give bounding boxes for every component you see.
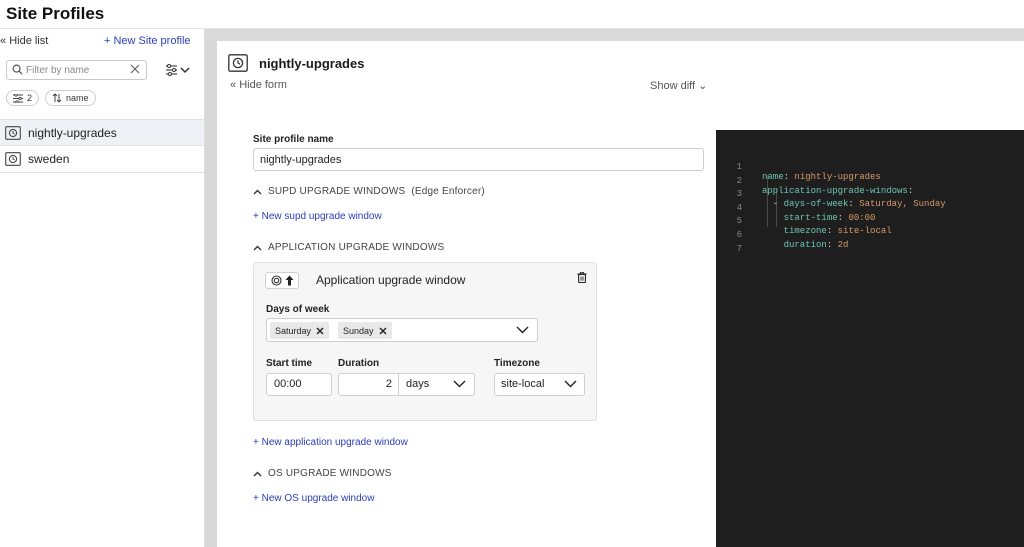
- close-icon[interactable]: [130, 64, 140, 74]
- days-of-week-label: Days of week: [266, 304, 330, 315]
- start-time-input[interactable]: 00:00: [266, 373, 332, 396]
- sort-icon: [52, 93, 62, 103]
- trash-icon[interactable]: [577, 272, 587, 283]
- hide-list-button[interactable]: « Hide list: [0, 35, 48, 47]
- site-profile-icon: [228, 54, 248, 72]
- day-tag: Saturday: [270, 322, 330, 339]
- supd-section-toggle[interactable]: SUPD UPGRADE WINDOWS (Edge Enforcer): [253, 186, 485, 197]
- timezone-value: site-local: [501, 378, 545, 390]
- top-bar: Site Profiles: [0, 0, 1024, 29]
- filter-count: 2: [27, 93, 33, 103]
- duration-label: Duration: [338, 358, 380, 369]
- new-site-profile-button[interactable]: + New Site profile: [104, 35, 191, 47]
- remove-tag-icon[interactable]: [316, 327, 324, 335]
- filter-input[interactable]: [26, 63, 126, 77]
- app-section-toggle[interactable]: APPLICATION UPGRADE WINDOWS: [253, 242, 444, 253]
- map-strip-left: [205, 41, 217, 547]
- site-profile-name-input[interactable]: [253, 148, 704, 171]
- arrow-up-icon: [285, 275, 293, 286]
- sidebar-item-sweden[interactable]: sweden: [0, 146, 204, 173]
- chevron-down-icon: [564, 380, 577, 388]
- day-tag-label: Sunday: [343, 325, 374, 336]
- new-app-window-button[interactable]: + New application upgrade window: [253, 437, 408, 448]
- new-os-window-button[interactable]: + New OS upgrade window: [253, 493, 374, 504]
- sort-label: name: [66, 93, 89, 103]
- page-title: nightly-upgrades: [259, 56, 365, 71]
- chevron-up-icon: [253, 189, 262, 194]
- site-profile-icon: [5, 152, 21, 166]
- double-chevron-left-icon: «: [0, 35, 7, 47]
- chevron-down-icon: [516, 326, 529, 334]
- site-profile-name-label: Site profile name: [253, 134, 334, 145]
- os-section-toggle[interactable]: OS UPGRADE WINDOWS: [253, 468, 392, 479]
- hide-form-label: Hide form: [239, 79, 287, 91]
- line-number: 7: [736, 244, 742, 254]
- app-title: Site Profiles: [6, 4, 105, 23]
- timezone-label: Timezone: [494, 358, 540, 369]
- show-diff-button[interactable]: Show diff ⌄: [650, 79, 707, 92]
- filter-count-chip[interactable]: 2: [6, 90, 40, 106]
- timezone-select[interactable]: site-local: [494, 373, 585, 396]
- filter-box: [6, 60, 147, 80]
- show-diff-label: Show diff: [650, 80, 696, 92]
- code-line: 2 application-upgrade-windows:: [716, 166, 1024, 196]
- day-tag-label: Saturday: [275, 325, 312, 336]
- code-line: 1 name: nightly-upgrades: [716, 152, 1024, 182]
- sort-chip[interactable]: name: [45, 90, 96, 106]
- day-tag: Sunday: [338, 322, 392, 339]
- duration-field: 2 days: [338, 373, 475, 396]
- sidebar-item-label: nightly-upgrades: [28, 125, 117, 140]
- code-line: 4 start-time: 00:00: [716, 193, 1024, 223]
- double-chevron-left-icon: «: [230, 79, 237, 91]
- map-strip-top: [205, 29, 1024, 41]
- filter-settings-icon[interactable]: [165, 63, 191, 77]
- duration-input[interactable]: 2: [339, 374, 399, 395]
- code-line: 5 timezone: site-local: [716, 206, 1024, 236]
- sidebar: « Hide list + New Site profile Filter by…: [0, 29, 205, 547]
- code-line: 3 - days-of-week: Saturday, Sunday: [716, 179, 1024, 209]
- code-line: 6 duration: 2d: [716, 220, 1024, 250]
- remove-tag-icon[interactable]: [379, 327, 387, 335]
- app-window-title: Application upgrade window: [316, 273, 466, 287]
- sidebar-item-nightly-upgrades[interactable]: nightly-upgrades: [0, 119, 204, 146]
- filter-lines-icon: [13, 93, 23, 103]
- site-profile-icon: [5, 125, 21, 140]
- sidebar-item-label: sweden: [28, 152, 70, 166]
- supd-section-title: SUPD UPGRADE WINDOWS: [268, 186, 406, 197]
- hide-form-button[interactable]: « Hide form: [230, 79, 287, 91]
- chevron-down-icon: [453, 380, 466, 388]
- double-chevron-down-icon: ⌄: [698, 80, 708, 92]
- yaml-editor[interactable]: 1 name: nightly-upgrades 2 application-u…: [716, 130, 1024, 547]
- os-section-title: OS UPGRADE WINDOWS: [268, 468, 392, 479]
- supd-section-note: (Edge Enforcer): [411, 186, 485, 197]
- target-icon: [270, 275, 282, 286]
- code-line: 7: [716, 234, 1024, 254]
- duration-unit-select[interactable]: days: [406, 374, 429, 395]
- hide-list-label: Hide list: [9, 35, 49, 47]
- app-upgrade-window-card: Application upgrade window Days of week …: [253, 262, 597, 421]
- start-time-label: Start time: [266, 358, 313, 369]
- chevron-up-icon: [253, 471, 262, 476]
- new-supd-window-button[interactable]: + New supd upgrade window: [253, 211, 382, 222]
- days-of-week-select[interactable]: Saturday Sunday: [266, 318, 538, 342]
- chevron-up-icon: [253, 245, 262, 250]
- search-icon: [12, 64, 23, 75]
- app-section-title: APPLICATION UPGRADE WINDOWS: [268, 242, 445, 253]
- card-handle[interactable]: [265, 272, 299, 289]
